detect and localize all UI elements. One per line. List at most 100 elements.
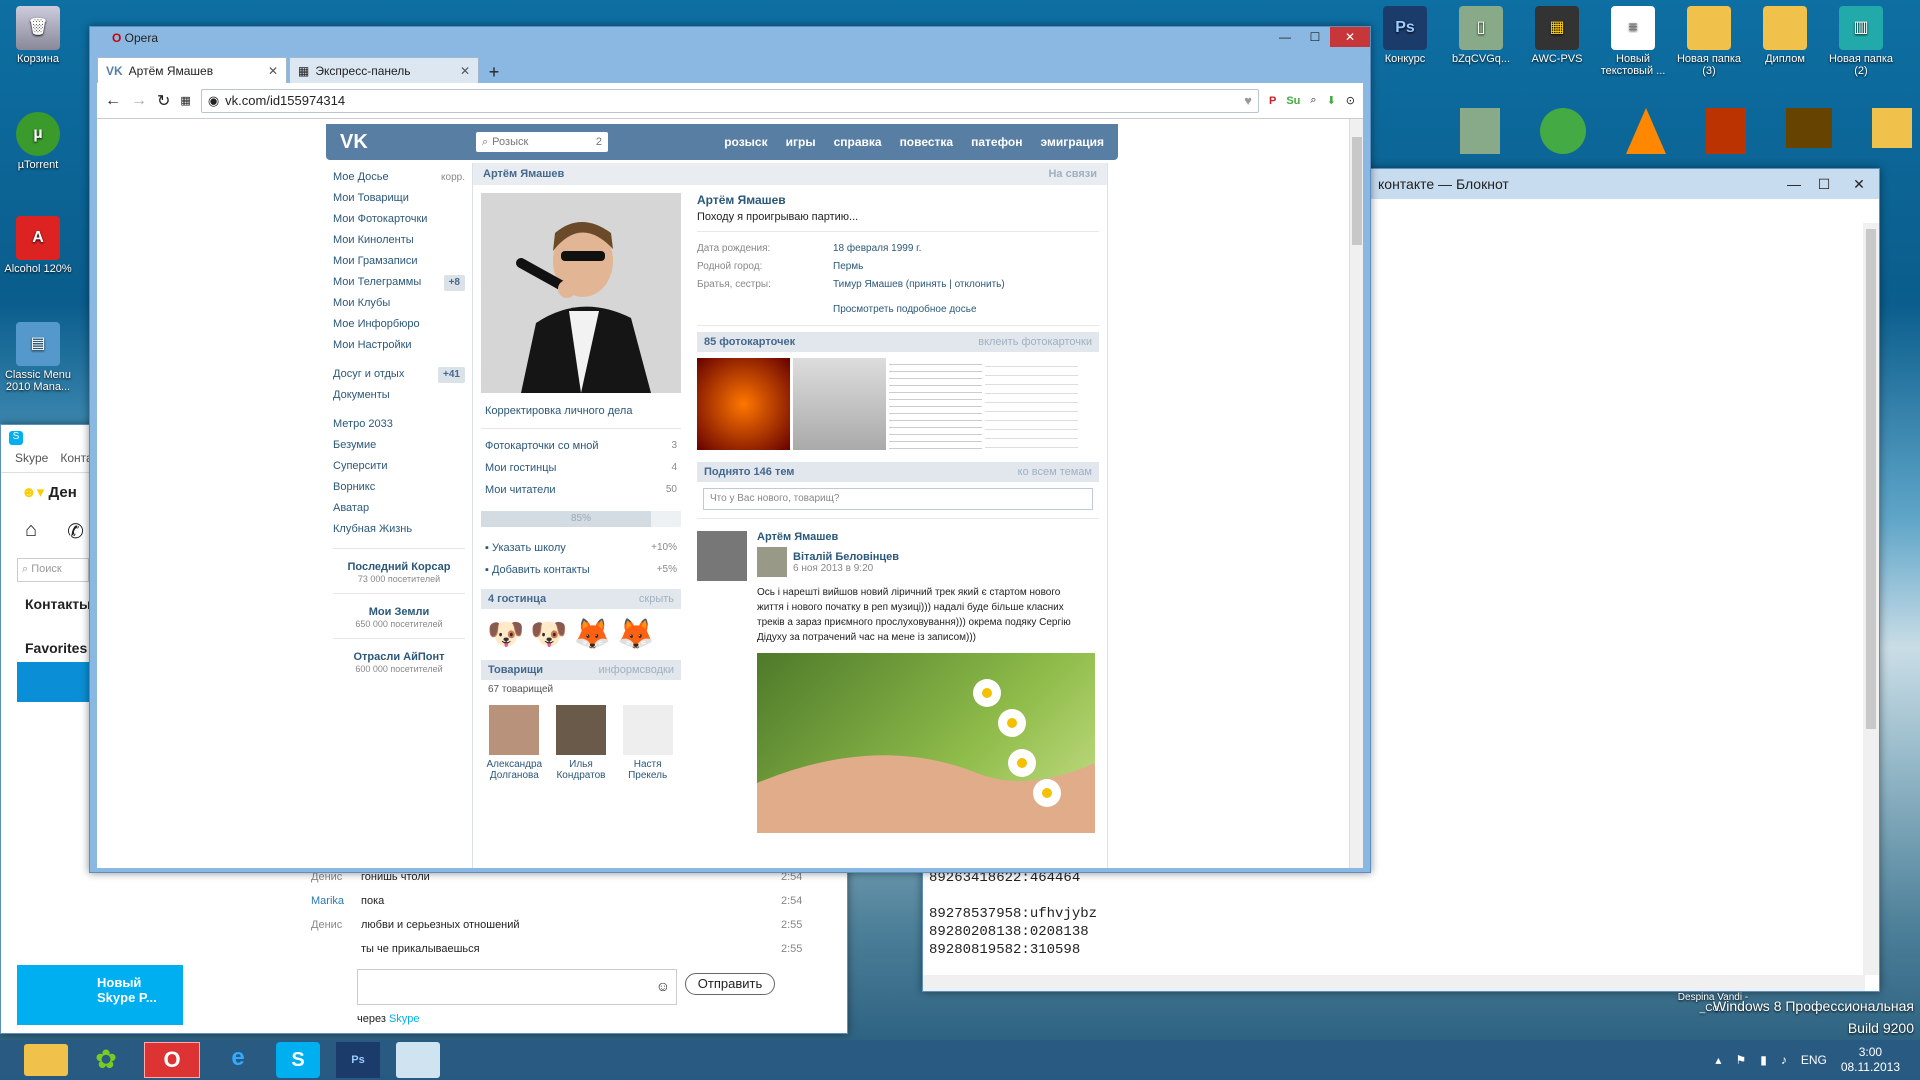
friend-card[interactable]: Александра Долганова bbox=[483, 705, 545, 781]
vk-left-item[interactable]: Документы bbox=[333, 385, 465, 406]
skype-taskbar-icon[interactable]: S bbox=[276, 1042, 320, 1078]
close-icon[interactable]: ✕ bbox=[460, 64, 470, 78]
desktop-icon-classic-menu[interactable]: ▤ Classic Menu 2010 Mana... bbox=[0, 322, 76, 393]
via-skype-link[interactable]: Skype bbox=[389, 1013, 420, 1025]
forward-icon[interactable]: → bbox=[131, 92, 147, 110]
vk-menu-item[interactable]: эмиграция bbox=[1041, 135, 1104, 149]
vk-left-item[interactable]: Мое Досье корр. bbox=[333, 167, 465, 188]
vk-left-item[interactable]: Мои Фотокарточки bbox=[333, 209, 465, 230]
notepad-taskbar-icon[interactable] bbox=[396, 1042, 440, 1078]
reload-icon[interactable]: ↻ bbox=[157, 91, 170, 111]
clock[interactable]: 3:00 08.11.2013 bbox=[1841, 1045, 1900, 1075]
photo-thumb[interactable] bbox=[985, 358, 1078, 450]
full-profile-link[interactable]: Просмотреть подробное досье bbox=[697, 294, 1099, 326]
pinterest-icon[interactable]: P bbox=[1269, 95, 1276, 107]
vk-left-item[interactable]: Мои Товарищи bbox=[333, 188, 465, 209]
vk-app-item[interactable]: Клубная Жизнь bbox=[333, 519, 465, 540]
smiley-icon[interactable]: ☺ bbox=[656, 978, 670, 994]
gifts-header[interactable]: 4 гостинца скрыть bbox=[481, 589, 681, 609]
desktop-icon-recycle-bin[interactable]: 🗑 Корзина bbox=[0, 6, 76, 65]
photo-thumb[interactable] bbox=[697, 358, 790, 450]
vk-group-ad[interactable]: Отрасли АйПонт 600 000 посетителей bbox=[333, 638, 465, 675]
vk-menu-item[interactable]: розыск bbox=[724, 135, 767, 149]
home-icon[interactable]: ⌂ bbox=[25, 519, 37, 544]
desktop-icon-bzq[interactable]: ▯ bZqCVGq... bbox=[1443, 6, 1519, 65]
xbox-icon[interactable] bbox=[1540, 108, 1586, 154]
phone-file-icon[interactable] bbox=[1460, 108, 1500, 154]
desktop-icon-folder3[interactable]: Новая папка (3) bbox=[1671, 6, 1747, 77]
profile-photo[interactable] bbox=[481, 193, 681, 393]
opera-menu-icon[interactable]: ⊙ bbox=[1346, 94, 1355, 107]
post-image[interactable] bbox=[757, 653, 1095, 833]
wall-input[interactable]: Что у Вас нового, товарищ? bbox=[703, 488, 1093, 510]
vk-left-item[interactable]: Мое Инфорбюро bbox=[333, 314, 465, 335]
desktop-icon-konkurs[interactable]: Ps Конкурс bbox=[1367, 6, 1443, 65]
chat-input[interactable]: ☺ bbox=[357, 969, 677, 1005]
phone-icon[interactable]: ✆ bbox=[67, 519, 84, 544]
close-icon[interactable]: ✕ bbox=[268, 64, 278, 78]
fire-image-icon[interactable] bbox=[1706, 108, 1746, 154]
explorer-icon[interactable] bbox=[24, 1044, 68, 1076]
skype-search[interactable]: ⌕ Поиск bbox=[17, 558, 89, 582]
avatar[interactable] bbox=[757, 547, 787, 577]
vk-app-item[interactable]: Суперсити bbox=[333, 456, 465, 477]
desktop-icon-diplom[interactable]: Диплом bbox=[1747, 6, 1823, 65]
profile-link[interactable]: Мои читатели 50 bbox=[481, 479, 681, 501]
opera-taskbar-icon[interactable]: O bbox=[144, 1042, 200, 1078]
maximize-icon[interactable]: ☐ bbox=[1809, 176, 1839, 193]
speed-dial-icon[interactable]: ▦ bbox=[180, 94, 190, 107]
tray-arrow-icon[interactable]: ▴ bbox=[1715, 1053, 1721, 1067]
network-icon[interactable]: ▮ bbox=[1760, 1053, 1767, 1067]
vk-group-ad[interactable]: Мои Земли 650 000 посетителей bbox=[333, 593, 465, 630]
vk-menu-item[interactable]: повестка bbox=[900, 135, 954, 149]
wall-header[interactable]: Поднято 146 тем ко всем темам bbox=[697, 462, 1099, 482]
desktop-icon-utorrent[interactable]: µ µTorrent bbox=[0, 112, 76, 171]
vk-group-ad[interactable]: Последний Корсар 73 000 посетителей bbox=[333, 548, 465, 585]
edit-profile-link[interactable]: Корректировка личного дела bbox=[481, 399, 681, 429]
profile-link[interactable]: Мои гостинцы 4 bbox=[481, 457, 681, 479]
vk-left-item[interactable]: Мои Настройки bbox=[333, 335, 465, 356]
fox-gift-icon[interactable]: 🦊 bbox=[617, 617, 654, 652]
folder-icon[interactable] bbox=[1872, 108, 1912, 148]
skype-favorite-contact[interactable] bbox=[17, 662, 89, 702]
maximize-icon[interactable]: ☐ bbox=[1300, 27, 1330, 47]
notepad-hscroll[interactable] bbox=[923, 975, 1865, 991]
desktop-icon-awc[interactable]: ▦ AWC-PVS bbox=[1519, 6, 1595, 65]
desktop-icon-folder2[interactable]: ▥ Новая папка (2) bbox=[1823, 6, 1899, 77]
icq-icon[interactable]: ✿ bbox=[84, 1044, 128, 1076]
avatar[interactable] bbox=[697, 531, 747, 581]
new-tab-button[interactable]: + bbox=[481, 62, 507, 83]
fox-gift-icon[interactable]: 🦊 bbox=[574, 617, 611, 652]
skype-menu-item[interactable]: Конта bbox=[60, 451, 92, 472]
vk-left-item[interactable]: Мои Киноленты bbox=[333, 230, 465, 251]
vk-logo[interactable]: VK bbox=[340, 131, 476, 154]
flag-icon[interactable]: ⚑ bbox=[1735, 1053, 1746, 1067]
vk-left-item[interactable]: Мои Клубы bbox=[333, 293, 465, 314]
vk-left-item[interactable]: Мои Грамзаписи bbox=[333, 251, 465, 272]
search-icon[interactable]: ⌕ bbox=[1310, 94, 1316, 107]
minimize-icon[interactable]: — bbox=[1779, 176, 1809, 192]
profile-status[interactable]: Походу я проигрываю партию... bbox=[697, 211, 1099, 232]
skype-promo[interactable]: Новый Skype P... bbox=[17, 965, 183, 1025]
profile-link[interactable]: Фотокарточки со мной 3 bbox=[481, 435, 681, 457]
profile-task[interactable]: ▪ Указать школу +10% bbox=[481, 537, 681, 559]
stumbleupon-icon[interactable]: Su bbox=[1286, 95, 1300, 107]
desktop-icon-alcohol[interactable]: A Alcohol 120% bbox=[0, 216, 76, 275]
page-scrollbar[interactable] bbox=[1349, 119, 1363, 868]
scrollbar-thumb[interactable] bbox=[1352, 137, 1362, 245]
photos-header[interactable]: 85 фотокарточек вклеить фотокарточки bbox=[697, 332, 1099, 352]
profile-task[interactable]: ▪ Добавить контакты +5% bbox=[481, 559, 681, 581]
photoshop-taskbar-icon[interactable]: Ps bbox=[336, 1042, 380, 1078]
photo-thumb[interactable] bbox=[793, 358, 886, 450]
vk-app-item[interactable]: Аватар bbox=[333, 498, 465, 519]
download-icon[interactable]: ⬇ bbox=[1327, 94, 1336, 107]
post-author[interactable]: Артём Ямашев bbox=[757, 531, 1099, 543]
vk-menu-item[interactable]: справка bbox=[834, 135, 882, 149]
vk-app-item[interactable]: Метро 2033 bbox=[333, 414, 465, 435]
language-indicator[interactable]: ENG bbox=[1801, 1053, 1827, 1067]
close-icon[interactable]: ✕ bbox=[1839, 176, 1879, 193]
volume-icon[interactable]: ♪ bbox=[1781, 1053, 1787, 1067]
vk-app-item[interactable]: Ворникс bbox=[333, 477, 465, 498]
friends-header[interactable]: Товарищи информсводки bbox=[481, 660, 681, 680]
dog-gift-icon[interactable]: 🐶 bbox=[530, 617, 567, 652]
